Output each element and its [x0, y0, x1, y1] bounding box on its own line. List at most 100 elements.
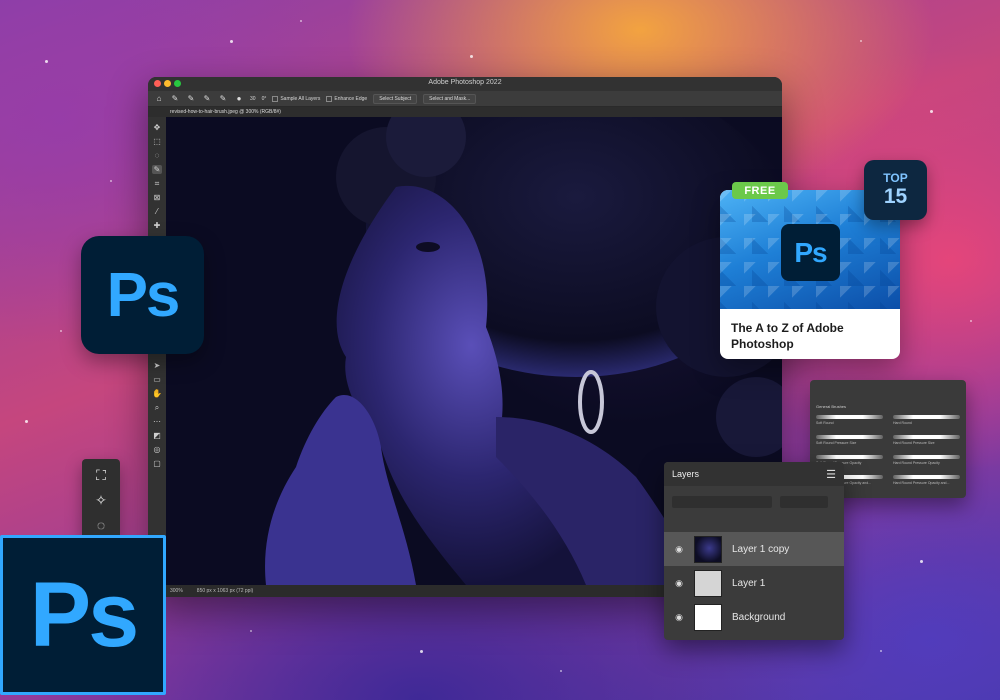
- brush-stroke-preview: [816, 415, 883, 419]
- layers-controls: [664, 486, 844, 508]
- options-bar: ⌂ ✎ ✎ ✎ ✎ ● 30 0° Sample All Layers Enha…: [148, 91, 782, 107]
- layer-thumbnail: [694, 603, 722, 631]
- photoshop-logo-large: Ps: [0, 535, 166, 695]
- star: [60, 330, 62, 332]
- quick-selection-tool-icon[interactable]: ✎: [152, 165, 162, 174]
- document-tab[interactable]: revised-how-to-hair-brush.jpeg @ 300% (R…: [170, 109, 281, 115]
- brush-label: Hard Round Pressure Size: [893, 441, 935, 445]
- layers-panel: Layers ☰ ◉ Layer 1 copy ◉ Layer 1 ◉ Back…: [664, 462, 844, 640]
- frame-tool-icon[interactable]: ⊠: [152, 193, 162, 202]
- star: [300, 20, 302, 22]
- floating-tools-panel: ⛶ ✧ ◌: [82, 459, 120, 541]
- select-and-mask-button[interactable]: Select and Mask...: [423, 93, 477, 104]
- lasso-tool-icon[interactable]: ◌: [152, 151, 162, 160]
- magic-wand-tool-icon[interactable]: ✧: [95, 492, 107, 509]
- blend-mode-select[interactable]: [672, 496, 772, 508]
- star: [230, 40, 233, 43]
- visibility-eye-icon[interactable]: ◉: [674, 578, 684, 589]
- healing-brush-tool-icon[interactable]: ✚: [152, 221, 162, 230]
- quick-selection-tool-icon[interactable]: ✎: [170, 94, 180, 104]
- layers-panel-header: Layers ☰: [664, 462, 844, 486]
- visibility-eye-icon[interactable]: ◉: [674, 544, 684, 555]
- new-selection-icon[interactable]: ✎: [186, 94, 196, 104]
- layers-title[interactable]: Layers: [672, 469, 699, 479]
- layer-name: Layer 1: [732, 577, 766, 589]
- home-icon[interactable]: ⌂: [154, 94, 164, 104]
- add-to-selection-icon[interactable]: ✎: [202, 94, 212, 104]
- rectangle-tool-icon[interactable]: ▭: [152, 375, 162, 384]
- zoom-level[interactable]: 300%: [170, 588, 183, 594]
- brush-label: Soft Round Pressure Size: [816, 441, 857, 445]
- enhance-edge-checkbox[interactable]: Enhance Edge: [326, 95, 368, 102]
- brush-stroke-preview: [893, 435, 960, 439]
- eyedropper-tool-icon[interactable]: ⁄: [152, 207, 162, 216]
- hand-tool-icon[interactable]: ✋: [152, 389, 162, 398]
- screen-mode-icon[interactable]: ▢: [152, 459, 162, 468]
- subtract-from-selection-icon[interactable]: ✎: [218, 94, 228, 104]
- document-size: 850 px x 1063 px (72 ppi): [196, 588, 254, 594]
- brush-stroke-preview: [816, 435, 883, 439]
- more-tools-icon[interactable]: ⋯: [152, 417, 162, 426]
- layer-thumbnail: [694, 569, 722, 597]
- course-title: The A to Z of Adobe Photoshop: [720, 309, 900, 359]
- color-swatches-icon[interactable]: ◩: [152, 431, 162, 440]
- star: [970, 320, 972, 322]
- brush-size-icon[interactable]: ●: [234, 94, 244, 104]
- layer-row[interactable]: ◉ Layer 1 copy: [664, 532, 844, 566]
- crop-tool-icon[interactable]: ⌗: [152, 179, 162, 188]
- brush-size-value[interactable]: 30: [250, 96, 256, 102]
- course-title-line1: The A to Z of Adobe: [731, 321, 844, 335]
- top-badge-number: 15: [883, 184, 908, 208]
- brush-preset[interactable]: Hard Round Pressure Opacity and...: [893, 472, 960, 488]
- course-photoshop-logo: Ps: [781, 224, 840, 281]
- layer-row[interactable]: ◉ Layer 1: [664, 566, 844, 600]
- brush-preset[interactable]: Soft Round Pressure Size: [816, 432, 883, 448]
- layer-name: Layer 1 copy: [732, 543, 790, 555]
- course-title-line2: Photoshop: [731, 337, 794, 351]
- top-badge-label: TOP: [883, 170, 908, 185]
- layer-row[interactable]: ◉ Background: [664, 600, 844, 634]
- enhance-edge-label: Enhance Edge: [334, 95, 368, 102]
- brush-preset[interactable]: Soft Round: [816, 412, 883, 428]
- star: [470, 55, 473, 58]
- sample-all-layers-label: Sample All Layers: [280, 95, 321, 102]
- star: [110, 180, 112, 182]
- star: [880, 650, 882, 652]
- layer-name: Background: [732, 611, 786, 623]
- brush-label: Hard Round Pressure Opacity: [893, 461, 940, 465]
- star: [860, 40, 862, 42]
- brush-stroke-preview: [893, 415, 960, 419]
- eye: [416, 242, 440, 252]
- panel-menu-icon[interactable]: ☰: [826, 468, 836, 481]
- path-selection-tool-icon[interactable]: ➤: [152, 361, 162, 370]
- zoom-tool-icon[interactable]: ⌕: [152, 403, 162, 412]
- star: [930, 110, 933, 113]
- top-15-badge: TOP 15: [864, 160, 927, 220]
- brush-preset[interactable]: Hard Round Pressure Size: [893, 432, 960, 448]
- brush-stroke-preview: [893, 455, 960, 459]
- brush-preset[interactable]: Hard Round: [893, 412, 960, 428]
- star: [420, 650, 423, 653]
- brush-label: Soft Round: [816, 421, 834, 425]
- select-subject-button[interactable]: Select Subject: [373, 93, 418, 104]
- angle-value[interactable]: 0°: [262, 96, 267, 102]
- sample-all-layers-checkbox[interactable]: Sample All Layers: [272, 95, 321, 102]
- brush-label: Hard Round: [893, 421, 912, 425]
- document-tab-bar: revised-how-to-hair-brush.jpeg @ 300% (R…: [148, 107, 782, 117]
- visibility-eye-icon[interactable]: ◉: [674, 612, 684, 623]
- checkbox-icon: [272, 95, 279, 102]
- brush-preset[interactable]: Hard Round Pressure Opacity: [893, 452, 960, 468]
- star: [920, 560, 923, 563]
- free-badge: FREE: [732, 182, 788, 199]
- star: [45, 60, 48, 63]
- quick-mask-icon[interactable]: ◎: [152, 445, 162, 454]
- opacity-field[interactable]: [780, 496, 828, 508]
- move-tool-icon[interactable]: ✥: [152, 123, 162, 132]
- brush-group-label[interactable]: General Brushes: [816, 404, 846, 409]
- marquee-tool-icon[interactable]: ⛶: [96, 467, 106, 484]
- brush-stroke-preview: [893, 475, 960, 479]
- brush-stroke-preview: [816, 455, 883, 459]
- marquee-tool-icon[interactable]: ⬚: [152, 137, 162, 146]
- earring: [578, 370, 604, 434]
- lasso-tool-icon[interactable]: ◌: [97, 517, 105, 533]
